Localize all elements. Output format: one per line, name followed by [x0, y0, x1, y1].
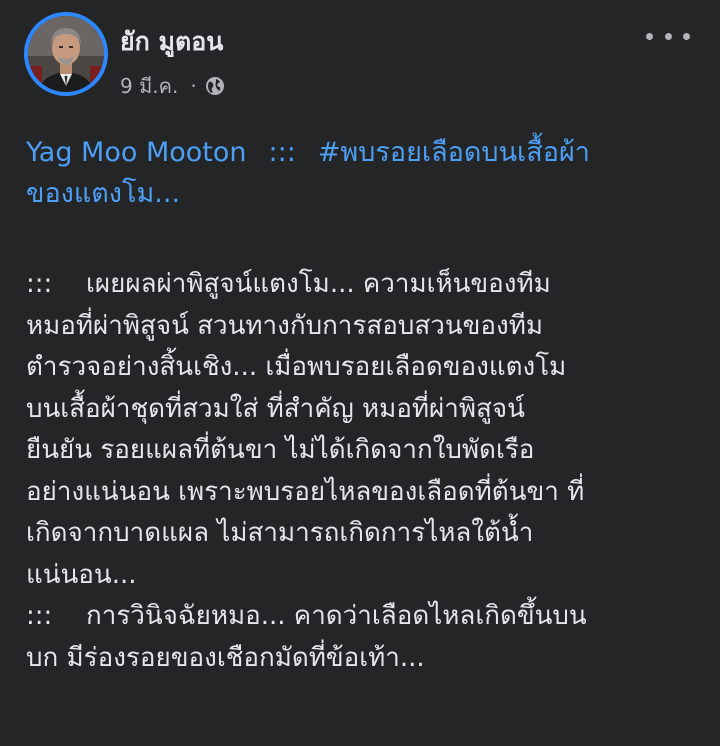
body-line: ตำรวจอย่างสิ้นเชิง... เมื่อพบรอยเลือดของ…: [26, 352, 567, 382]
meta-separator: ·: [190, 74, 197, 98]
facebook-post: ยัก มูตอน 9 มี.ค. · Yag Moo Mooton::: #พบ…: [0, 0, 720, 746]
hashtag-link[interactable]: #พบรอยเลือดบนเสื้อผ้า: [318, 137, 590, 168]
post-headline: Yag Moo Mooton::: #พบรอยเลือดบนเสื้อผ้า ข…: [26, 132, 706, 214]
globe-icon[interactable]: [205, 76, 225, 96]
body-line: บก มีร่องรอยของเชือกมัดที่ข้อเท้า...: [26, 642, 425, 673]
hashtag-link-continued[interactable]: ของแตงโม...: [26, 178, 180, 209]
body-line: ::: เผยผลผ่าพิสูจน์แตงโม... ความเห็นของที…: [26, 264, 706, 306]
body-line: แน่นอน...: [26, 559, 137, 590]
body-line: อย่างแน่นอน เพราะพบรอยไหลของเลือดที่ต้นข…: [26, 476, 585, 507]
headline-separator: :::: [268, 137, 296, 168]
post-meta: 9 มี.ค. ·: [120, 72, 225, 100]
more-dot-icon: [683, 32, 690, 40]
avatar[interactable]: [24, 12, 108, 96]
body-line: เกิดจากบาดแผล ไม่สามารถเกิดการไหลใต้น้ำ: [26, 518, 534, 548]
body-line: บนเสื้อผ้าชุดที่สวมใส่ ที่สำคัญ หมอที่ผ่…: [26, 393, 525, 424]
more-dot-icon: [646, 32, 653, 40]
profile-link[interactable]: Yag Moo Mooton: [26, 137, 247, 168]
body-line: หมอที่ผ่าพิสูจน์ สวนทางกับการสอบสวนของที…: [26, 310, 543, 341]
post-date[interactable]: 9 มี.ค.: [120, 70, 178, 102]
author-name[interactable]: ยัก มูตอน: [120, 22, 223, 62]
paragraph-marker: :::: [26, 601, 53, 631]
profile-photo: [28, 16, 104, 92]
body-line: ยืนยัน รอยแผลที่ต้นขา ไม่ได้เกิดจากใบพัด…: [26, 435, 535, 465]
post-body: ::: เผยผลผ่าพิสูจน์แตงโม... ความเห็นของที…: [26, 264, 706, 679]
more-dot-icon: [664, 32, 672, 40]
more-options-button[interactable]: [646, 24, 690, 48]
paragraph-marker: :::: [26, 269, 53, 299]
body-line: ::: การวินิจฉัยหมอ... คาดว่าเลือดไหลเกิดข…: [26, 596, 706, 638]
